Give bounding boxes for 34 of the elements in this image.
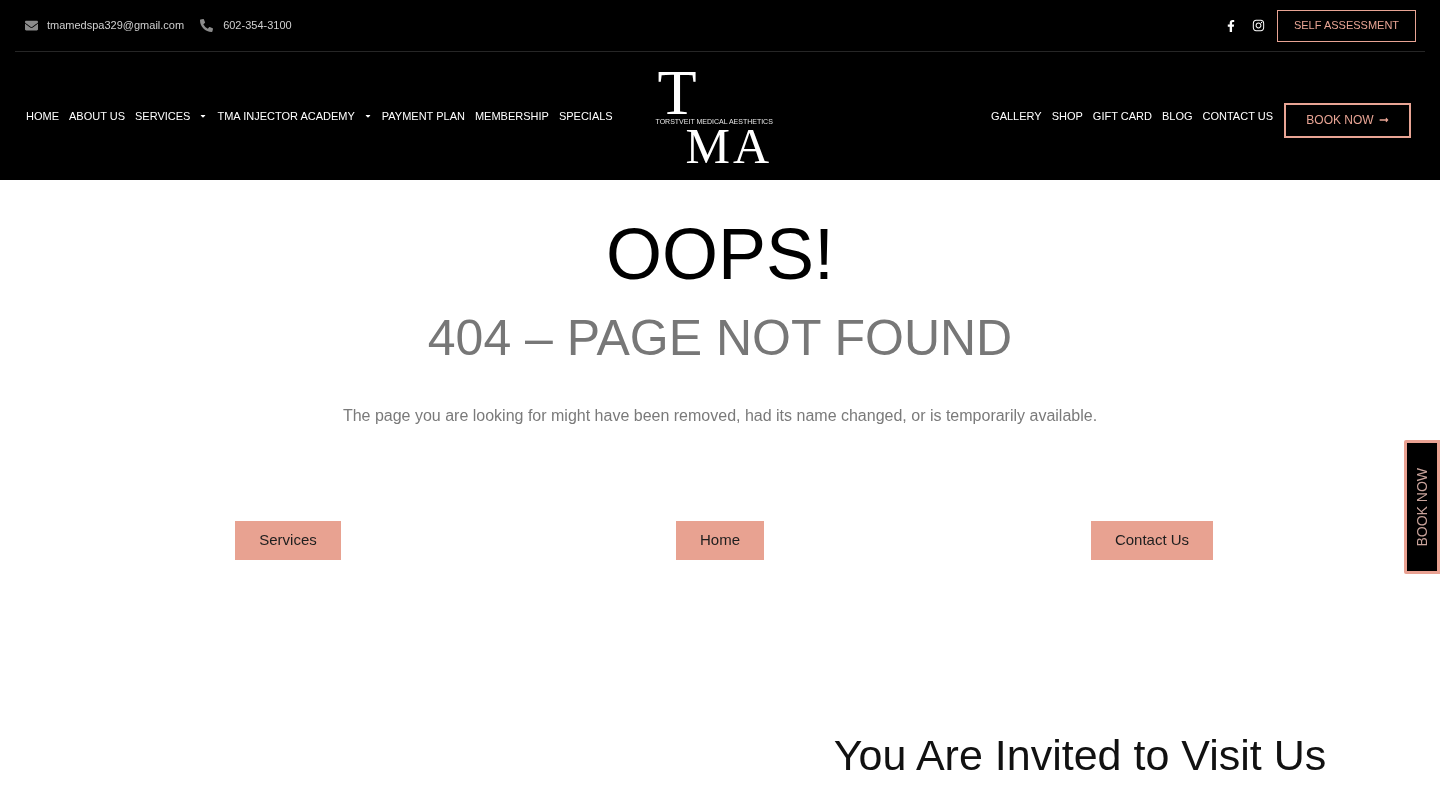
nav-link[interactable]: PAYMENT PLAN (381, 110, 465, 122)
error-message: The page you are looking for might have been removed, had its name changed, or is temporarily available. (342, 406, 1098, 426)
nav-link[interactable]: SERVICES (135, 110, 208, 122)
arrow-right-icon (1378, 115, 1389, 125)
envelope-icon (25, 19, 38, 32)
error-subtitle: 404 – PAGE NOT FOUND (427, 309, 1013, 367)
book-now-button[interactable]: BOOK NOW (1284, 102, 1411, 138)
caret-icon (199, 112, 208, 120)
facebook-icon[interactable] (1225, 19, 1237, 32)
nav-link[interactable]: TMA INJECTOR ACADEMY (217, 110, 372, 122)
logo-letter: A (732, 128, 770, 165)
nav-link[interactable]: HOME (26, 110, 59, 122)
nav-link[interactable]: SHOP (1051, 110, 1083, 122)
link-button[interactable]: Contact Us (1090, 521, 1214, 560)
logo-letter: T (657, 70, 697, 117)
section-heading: You Are Invited to Visit Us (833, 730, 1327, 781)
nav-link[interactable]: BLOG (1161, 110, 1193, 122)
caret-icon (363, 112, 372, 120)
self-assessment-button[interactable]: SELF ASSESSMENT (1277, 9, 1416, 42)
nav-link[interactable]: GIFT CARD (1092, 110, 1152, 122)
nav-link[interactable]: MEMBERSHIP (474, 110, 549, 122)
logo-letter: M (685, 128, 730, 165)
nav-link[interactable]: CONTACT US (1202, 110, 1273, 122)
link-button[interactable]: Services (235, 521, 341, 560)
nav-link[interactable]: ABOUT US (69, 110, 126, 122)
nav-link[interactable]: GALLERY (991, 110, 1042, 122)
phone-text: 602-354-3100 (223, 18, 292, 34)
link-button[interactable]: Home (676, 521, 764, 560)
nav-link[interactable]: SPECIALS (558, 110, 613, 122)
phone-icon (200, 19, 214, 32)
email-text: tmamedspa329@gmail.com (47, 18, 185, 34)
instagram-icon[interactable] (1252, 19, 1265, 32)
side-book-now-tab[interactable]: BOOK NOW (1404, 440, 1440, 574)
error-title: OOPS! (605, 213, 835, 296)
